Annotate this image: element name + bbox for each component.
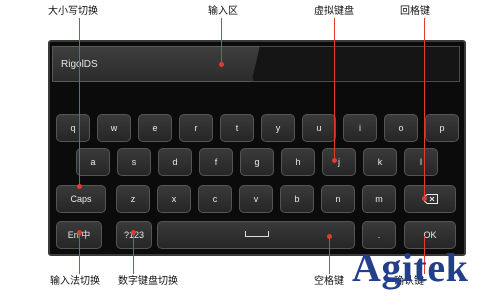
leader-dot-ime-toggle bbox=[77, 230, 82, 235]
leader-case-toggle bbox=[79, 18, 80, 186]
key-j[interactable]: j bbox=[322, 148, 356, 176]
input-field-extension bbox=[252, 46, 460, 82]
key-z[interactable]: z bbox=[116, 185, 150, 213]
leader-dot-virtual-keyboard bbox=[332, 158, 337, 163]
key-u[interactable]: u bbox=[302, 114, 336, 142]
space-key[interactable] bbox=[157, 221, 355, 249]
callout-input-area: 输入区 bbox=[208, 6, 238, 17]
key-l[interactable]: l bbox=[404, 148, 438, 176]
key-t[interactable]: t bbox=[220, 114, 254, 142]
key-v[interactable]: v bbox=[239, 185, 273, 213]
key-i[interactable]: i bbox=[343, 114, 377, 142]
leader-virtual-keyboard bbox=[334, 18, 335, 160]
key-a[interactable]: a bbox=[76, 148, 110, 176]
callout-numeric-keyboard: 数字键盘切换 bbox=[118, 276, 178, 287]
space-bar-icon bbox=[245, 231, 269, 237]
callout-backspace: 回格键 bbox=[400, 6, 430, 17]
keyboard-screen: RigolDS q w e r t y u i o p a s d f g h … bbox=[48, 40, 466, 256]
key-w[interactable]: w bbox=[97, 114, 131, 142]
key-n[interactable]: n bbox=[321, 185, 355, 213]
callout-ime-toggle: 输入法切换 bbox=[50, 276, 100, 287]
key-x[interactable]: x bbox=[157, 185, 191, 213]
leader-dot-space bbox=[327, 234, 332, 239]
leader-dot-backspace bbox=[422, 196, 427, 201]
key-m[interactable]: m bbox=[362, 185, 396, 213]
callout-case-toggle: 大小写切换 bbox=[48, 6, 98, 17]
leader-dot-case-toggle bbox=[77, 184, 82, 189]
numeric-toggle-key[interactable]: ?123 bbox=[116, 221, 152, 249]
key-e[interactable]: e bbox=[138, 114, 172, 142]
key-h[interactable]: h bbox=[281, 148, 315, 176]
key-g[interactable]: g bbox=[240, 148, 274, 176]
callout-space: 空格键 bbox=[314, 276, 344, 287]
key-q[interactable]: q bbox=[56, 114, 90, 142]
leader-input-area bbox=[221, 18, 222, 64]
leader-dot-input-area bbox=[219, 62, 224, 67]
callout-virtual-keyboard: 虚拟键盘 bbox=[314, 6, 354, 17]
leader-ime-toggle bbox=[79, 232, 80, 274]
leader-backspace bbox=[424, 18, 425, 198]
key-b[interactable]: b bbox=[280, 185, 314, 213]
key-d[interactable]: d bbox=[158, 148, 192, 176]
brand-logo: Agitek bbox=[352, 245, 469, 290]
key-k[interactable]: k bbox=[363, 148, 397, 176]
key-f[interactable]: f bbox=[199, 148, 233, 176]
key-c[interactable]: c bbox=[198, 185, 232, 213]
key-r[interactable]: r bbox=[179, 114, 213, 142]
leader-dot-numeric-keyboard bbox=[131, 230, 136, 235]
backspace-key[interactable] bbox=[404, 185, 456, 213]
key-o[interactable]: o bbox=[384, 114, 418, 142]
input-field[interactable]: RigolDS bbox=[52, 46, 260, 82]
caps-key[interactable]: Caps bbox=[56, 185, 106, 213]
leader-numeric-keyboard bbox=[133, 232, 134, 274]
leader-space bbox=[329, 236, 330, 274]
key-s[interactable]: s bbox=[117, 148, 151, 176]
key-p[interactable]: p bbox=[425, 114, 459, 142]
input-area[interactable]: RigolDS bbox=[52, 46, 460, 82]
key-y[interactable]: y bbox=[261, 114, 295, 142]
